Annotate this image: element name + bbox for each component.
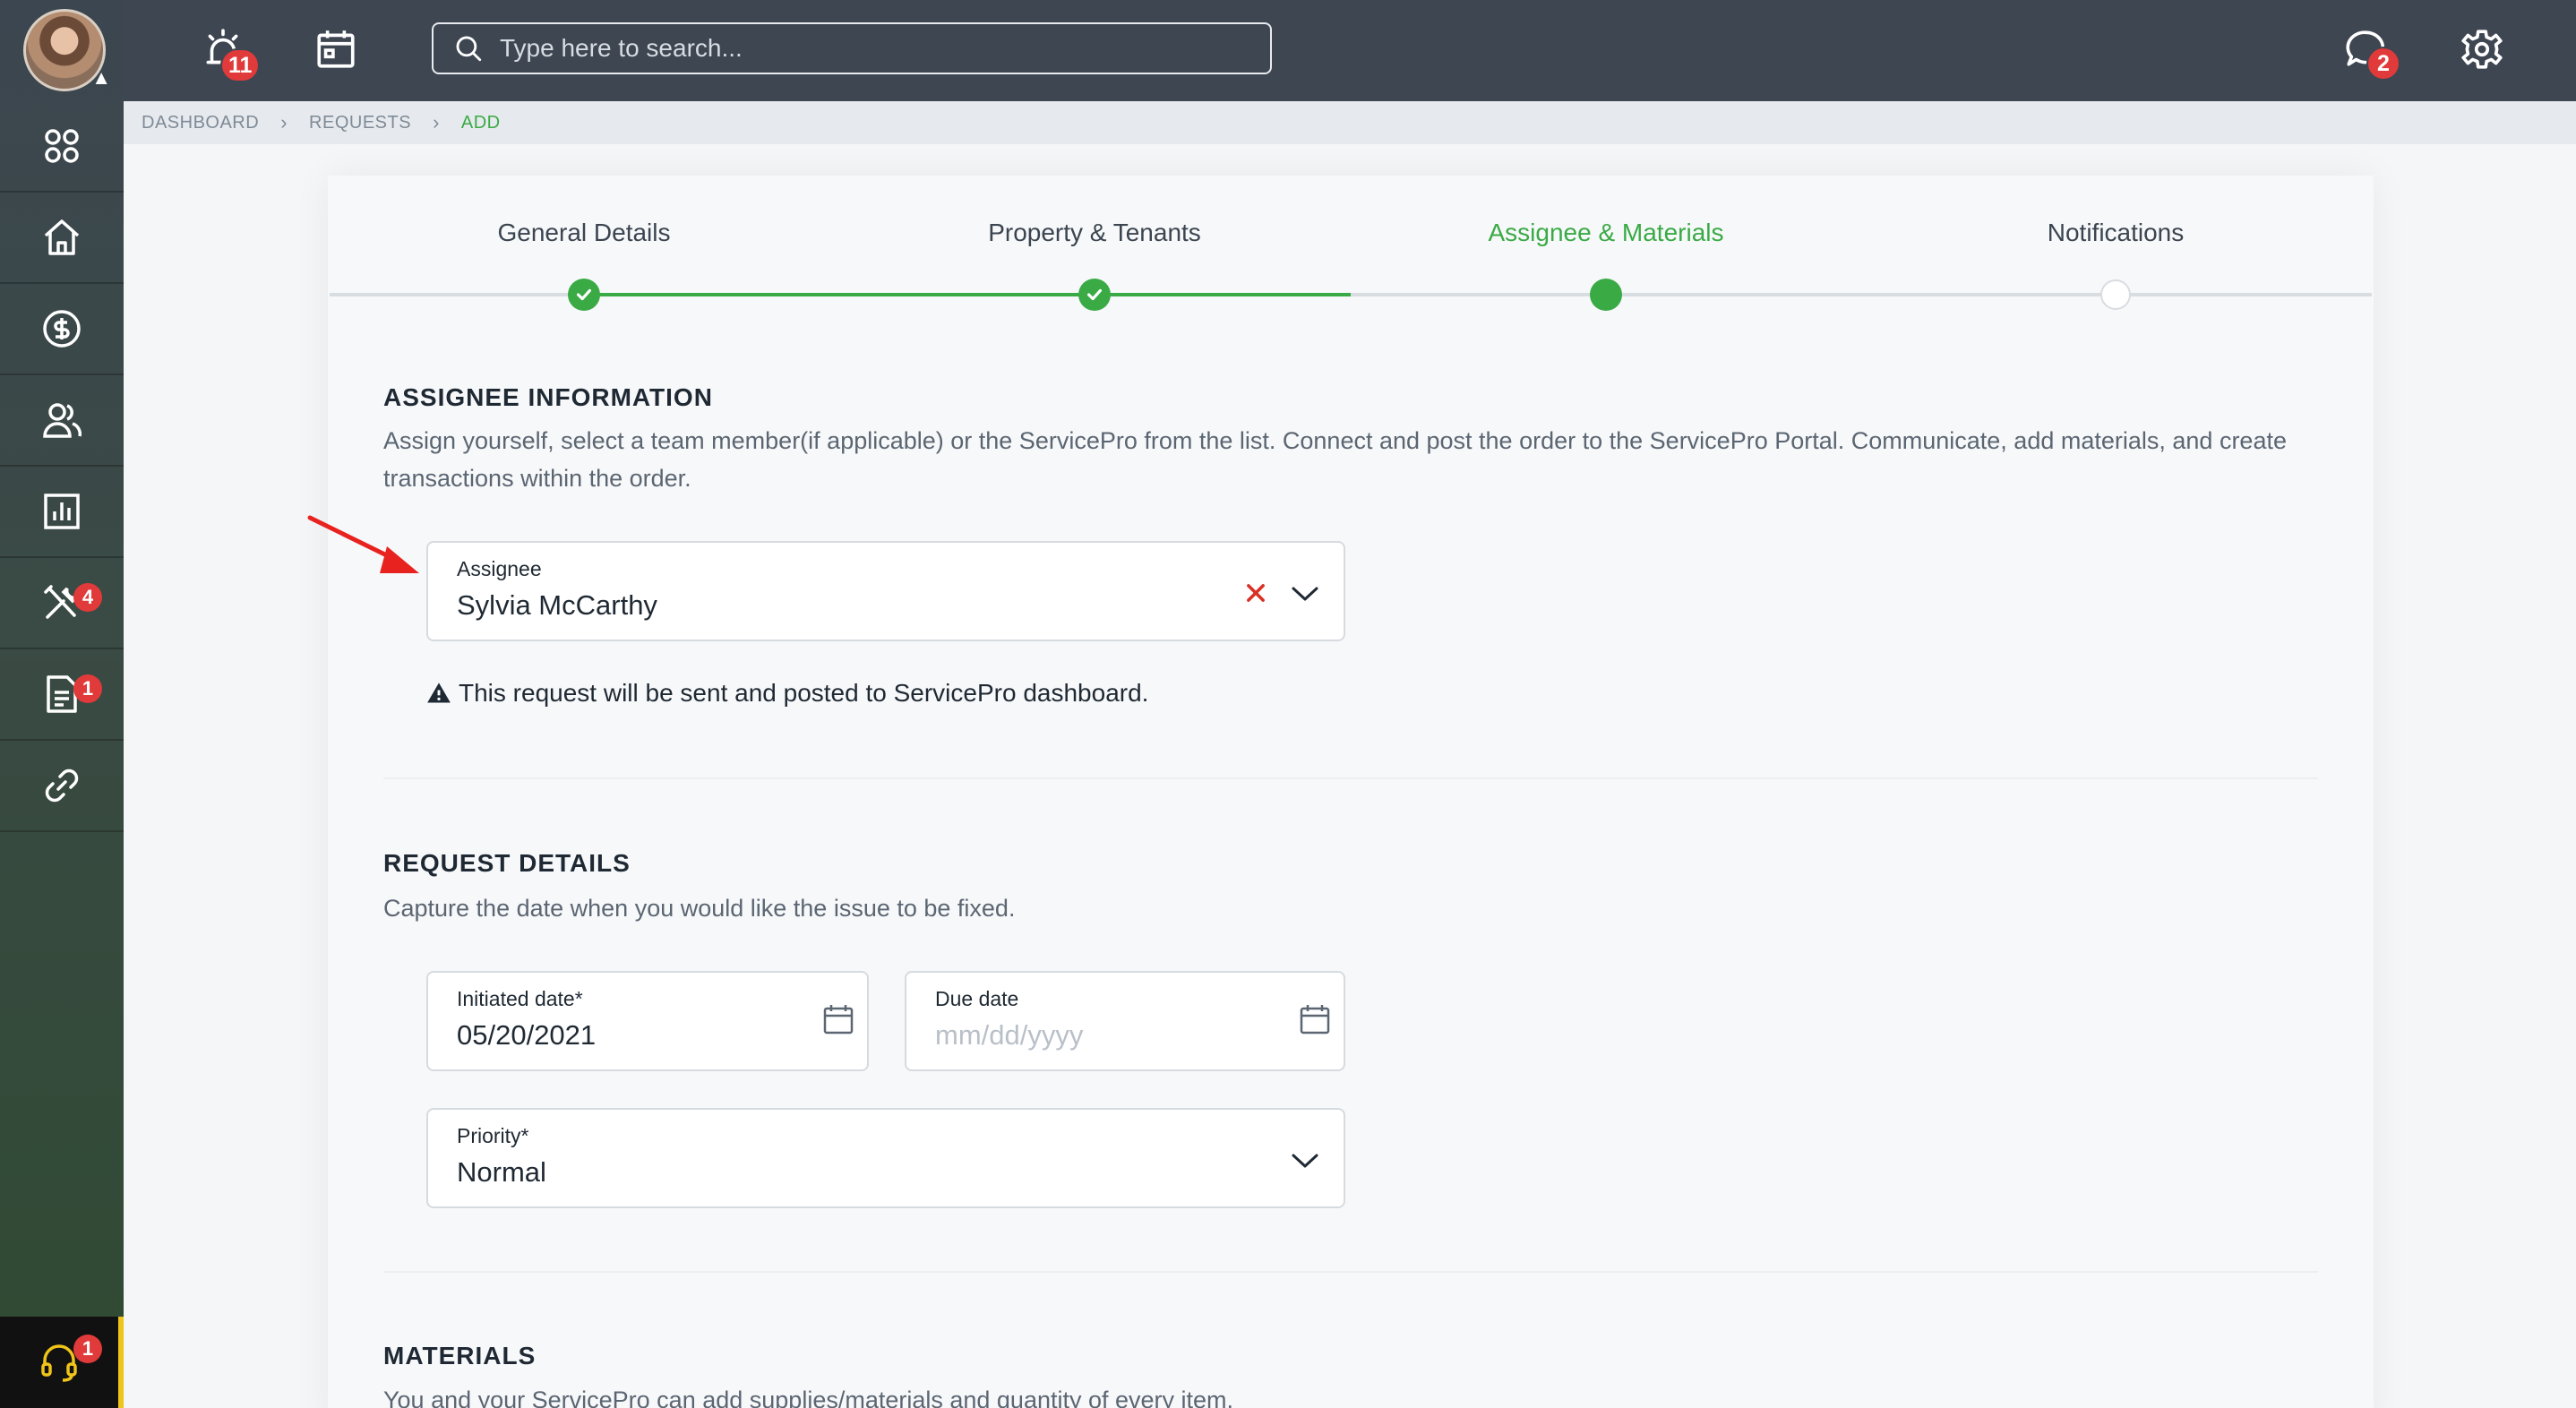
sidebar-item-documents[interactable]: 1	[0, 649, 124, 741]
link-icon	[45, 768, 79, 803]
materials-section-title: MATERIALS	[383, 1342, 537, 1369]
assignee-notice: This request will be sent and posted to …	[426, 679, 1148, 708]
step-dot-property[interactable]	[1078, 279, 1111, 311]
users-icon	[43, 403, 82, 438]
assignee-value: Sylvia McCarthy	[457, 589, 657, 621]
sidebar: ▲ 4 1 1	[0, 0, 124, 1408]
calendar-icon[interactable]	[822, 1003, 854, 1035]
initiated-date-label: Initiated date*	[457, 987, 583, 1010]
home-icon	[44, 219, 80, 255]
form-card	[328, 176, 2374, 1408]
warning-icon	[427, 683, 451, 703]
pin-icon: ▲	[91, 66, 111, 89]
dollar-icon	[43, 310, 81, 348]
priority-value: Normal	[457, 1156, 546, 1188]
sidebar-item-home[interactable]	[0, 193, 124, 284]
search-input[interactable]	[500, 34, 1234, 63]
maintenance-badge: 4	[73, 583, 102, 612]
sidebar-item-finance[interactable]	[0, 284, 124, 375]
assignee-section-title: ASSIGNEE INFORMATION	[383, 383, 713, 411]
breadcrumb-add: ADD	[460, 112, 501, 133]
apps-grid-icon	[45, 129, 79, 163]
red-arrow-icon	[307, 515, 419, 573]
step-label-assignee[interactable]: Assignee & Materials	[1488, 219, 1723, 247]
user-avatar[interactable]: ▲	[23, 9, 111, 91]
breadcrumb-dashboard[interactable]: DASHBOARD	[142, 113, 259, 133]
step-label-general[interactable]: General Details	[498, 219, 671, 247]
chevron-right-icon: ›	[433, 111, 440, 133]
due-date-label: Due date	[935, 987, 1019, 1010]
step-dot-general[interactable]	[568, 279, 600, 311]
priority-select[interactable]: Priority* Normal	[426, 1108, 1345, 1208]
assignee-section-description: Assign yourself, select a team member(if…	[383, 427, 2287, 492]
request-section-description: Capture the date when you would like the…	[383, 895, 1016, 922]
assignee-label: Assignee	[457, 557, 542, 580]
search-icon	[456, 36, 482, 62]
messages-button[interactable]: 2	[2336, 20, 2400, 81]
section-divider	[383, 777, 2318, 779]
initiated-date-value: 05/20/2021	[457, 1019, 597, 1051]
initiated-date-field[interactable]: Initiated date* 05/20/2021	[426, 971, 869, 1071]
step-label-property[interactable]: Property & Tenants	[988, 219, 1201, 247]
support-badge: 1	[73, 1335, 102, 1363]
chevron-down-icon[interactable]	[1290, 1147, 1320, 1172]
section-divider	[383, 1271, 2318, 1273]
settings-button[interactable]	[2452, 20, 2512, 79]
gear-icon	[2461, 30, 2503, 69]
materials-section-description: You and your ServicePro can add supplies…	[383, 1387, 1234, 1408]
assignee-select[interactable]: Assignee Sylvia McCarthy	[426, 541, 1345, 641]
sidebar-item-people[interactable]	[0, 375, 124, 467]
step-label-notifications[interactable]: Notifications	[2048, 219, 2185, 247]
clear-icon[interactable]	[1243, 580, 1268, 605]
support-button[interactable]: 1	[0, 1317, 124, 1408]
check-icon	[576, 288, 592, 301]
top-bar: 11 2	[124, 0, 2576, 101]
notice-text: This request will be sent and posted to …	[459, 679, 1149, 707]
check-icon	[1086, 288, 1103, 301]
due-date-field[interactable]: Due date mm/dd/yyyy	[905, 971, 1345, 1071]
sidebar-item-reports[interactable]	[0, 467, 124, 558]
chevron-right-icon: ›	[280, 111, 288, 133]
sidebar-item-maintenance[interactable]: 4	[0, 558, 124, 649]
sidebar-item-apps[interactable]	[0, 101, 124, 193]
due-date-placeholder: mm/dd/yyyy	[935, 1019, 1084, 1051]
alerts-badge: 11	[220, 48, 261, 82]
calendar-icon[interactable]	[1299, 1003, 1331, 1035]
stepper-track	[330, 293, 584, 296]
step-dot-notifications[interactable]	[2100, 279, 2131, 310]
calendar-button[interactable]	[306, 20, 365, 79]
calendar-icon	[317, 30, 355, 68]
documents-badge: 1	[73, 674, 102, 703]
breadcrumb-requests[interactable]: REQUESTS	[309, 113, 411, 133]
priority-label: Priority*	[457, 1124, 529, 1147]
chevron-down-icon[interactable]	[1290, 580, 1320, 605]
step-dot-assignee[interactable]	[1590, 279, 1622, 311]
search-box[interactable]	[432, 22, 1272, 74]
breadcrumb: DASHBOARD › REQUESTS › ADD	[124, 101, 2576, 144]
stepper-track	[1351, 293, 2372, 296]
sidebar-item-links[interactable]	[0, 741, 124, 832]
messages-badge: 2	[2366, 47, 2400, 81]
stepper-progress	[584, 293, 1351, 296]
request-section-title: REQUEST DETAILS	[383, 849, 631, 877]
reports-icon	[44, 494, 80, 529]
alerts-button[interactable]: 11	[193, 20, 261, 82]
